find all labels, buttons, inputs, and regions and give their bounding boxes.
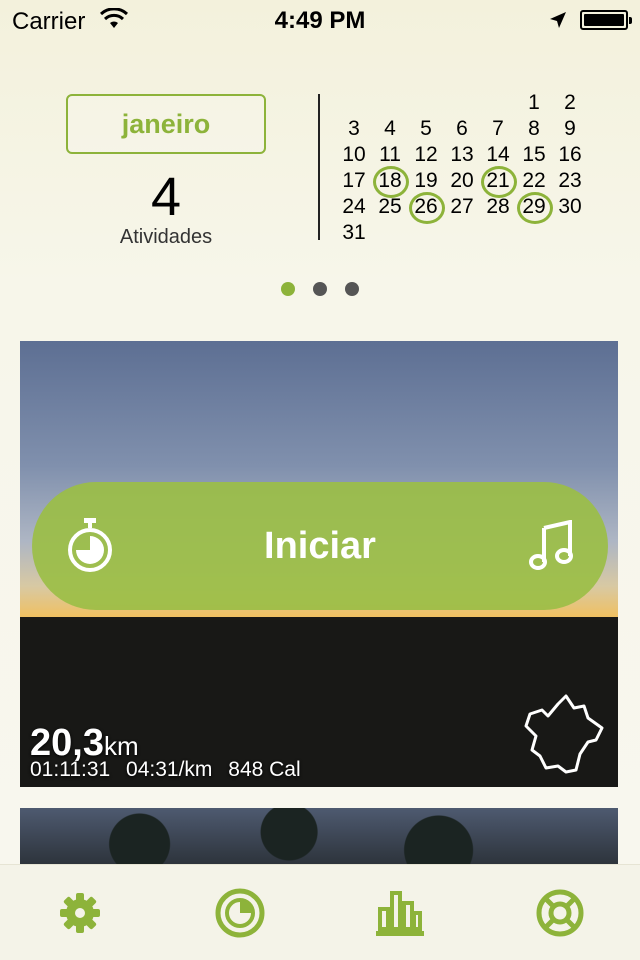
calendar-week: 17 18 19 20 21 22 23 bbox=[336, 166, 588, 198]
calendar-empty-cell bbox=[516, 220, 552, 246]
trees-photo bbox=[20, 808, 618, 868]
calendar-day[interactable]: 14 bbox=[480, 142, 516, 168]
duration-value: 01:11:31 bbox=[30, 758, 111, 781]
pace-value: 04:31/km bbox=[126, 758, 213, 781]
start-button-label: Iniciar bbox=[264, 524, 376, 567]
tab-help[interactable] bbox=[520, 873, 600, 953]
page-dot[interactable] bbox=[281, 282, 295, 296]
calendar-empty-cell bbox=[552, 220, 588, 246]
bar-chart-icon bbox=[376, 890, 424, 936]
page-dot[interactable] bbox=[345, 282, 359, 296]
calendar-day[interactable]: 4 bbox=[372, 116, 408, 142]
calendar-day[interactable]: 3 bbox=[336, 116, 372, 142]
page-dot[interactable] bbox=[313, 282, 327, 296]
calendar-empty-cell bbox=[444, 90, 480, 116]
lifebuoy-icon bbox=[536, 889, 584, 936]
calendar-week: 24 25 26 27 28 29 30 bbox=[336, 192, 588, 224]
calendar-day[interactable]: 9 bbox=[552, 116, 588, 142]
timer-icon bbox=[215, 888, 265, 937]
activity-count: 4 bbox=[150, 167, 182, 227]
calendar-day[interactable]: 25 bbox=[372, 194, 408, 220]
calendar-empty-cell bbox=[480, 90, 516, 116]
calendar-empty-cell bbox=[336, 90, 372, 116]
calories-value: 848 Cal bbox=[228, 758, 301, 781]
battery-icon bbox=[580, 10, 632, 30]
calendar-day[interactable]: 6 bbox=[444, 116, 480, 142]
calendar-day[interactable]: 12 bbox=[408, 142, 444, 168]
activity-card-secondary[interactable] bbox=[20, 808, 618, 868]
calendar-empty-cell bbox=[480, 220, 516, 246]
calendar-day[interactable]: 27 bbox=[444, 194, 480, 220]
calendar-day[interactable]: 21 bbox=[480, 166, 517, 198]
route-map-icon bbox=[524, 694, 604, 774]
start-button[interactable]: Iniciar bbox=[32, 482, 608, 610]
calendar-day[interactable]: 24 bbox=[336, 194, 372, 220]
tab-activity[interactable] bbox=[200, 873, 280, 953]
tab-bar bbox=[0, 864, 640, 960]
calendar-day[interactable]: 13 bbox=[444, 142, 480, 168]
calendar-day[interactable]: 19 bbox=[408, 168, 444, 194]
tab-stats[interactable] bbox=[360, 873, 440, 953]
calendar-day[interactable]: 18 bbox=[372, 166, 409, 198]
calendar-empty-cell bbox=[444, 220, 480, 246]
calendar-day[interactable]: 28 bbox=[480, 194, 516, 220]
clock: 4:49 PM bbox=[274, 7, 366, 34]
calendar-week: 12 bbox=[336, 90, 588, 116]
distance-unit: km bbox=[103, 731, 139, 761]
calendar-day[interactable]: 31 bbox=[336, 220, 372, 246]
gear-icon bbox=[60, 892, 100, 933]
calendar-week: 10 11 12 13 14 15 16 bbox=[336, 142, 588, 168]
page-indicator[interactable] bbox=[0, 282, 640, 296]
calendar-day[interactable]: 16 bbox=[552, 142, 588, 168]
calendar-day[interactable]: 2 bbox=[552, 90, 588, 116]
calendar-day[interactable]: 11 bbox=[372, 142, 408, 168]
calendar-empty-cell bbox=[372, 220, 408, 246]
calendar-day[interactable]: 26 bbox=[408, 192, 445, 224]
calendar-empty-cell bbox=[408, 220, 444, 246]
calendar-empty-cell bbox=[408, 90, 444, 116]
calendar-day[interactable]: 8 bbox=[516, 116, 552, 142]
calendar-day[interactable]: 23 bbox=[552, 168, 588, 194]
month-calendar: 1 2 3 4 5 6 7 8 9 10 11 12 13 14 15 16 17 18 19 20 21 22 23 24 2… bbox=[336, 90, 588, 246]
location-arrow-icon bbox=[550, 12, 566, 28]
calendar-day[interactable]: 7 bbox=[480, 116, 516, 142]
stopwatch-icon[interactable] bbox=[66, 516, 114, 576]
status-bar: Carrier 4:49 PM bbox=[0, 0, 640, 40]
calendar-day[interactable]: 29 bbox=[516, 192, 553, 224]
calendar-empty-cell bbox=[372, 90, 408, 116]
summary-divider bbox=[318, 94, 320, 240]
calendar-week: 31 bbox=[336, 220, 588, 246]
tab-settings[interactable] bbox=[40, 873, 120, 953]
calendar-day[interactable]: 22 bbox=[516, 168, 552, 194]
month-selector-button[interactable]: janeiro bbox=[66, 94, 266, 154]
calendar-day[interactable]: 15 bbox=[516, 142, 552, 168]
calendar-day[interactable]: 20 bbox=[444, 168, 480, 194]
activity-count-label: Atividades bbox=[119, 226, 213, 248]
calendar-day[interactable]: 1 bbox=[516, 90, 552, 116]
calendar-day[interactable]: 5 bbox=[408, 116, 444, 142]
calendar-day[interactable]: 17 bbox=[336, 168, 372, 194]
calendar-week: 3456789 bbox=[336, 116, 588, 142]
calendar-day[interactable]: 30 bbox=[552, 194, 588, 220]
music-icon[interactable] bbox=[528, 520, 576, 570]
calendar-day[interactable]: 10 bbox=[336, 142, 372, 168]
activity-stats: 01:11:31 04:31/km 848 Cal bbox=[30, 758, 311, 782]
